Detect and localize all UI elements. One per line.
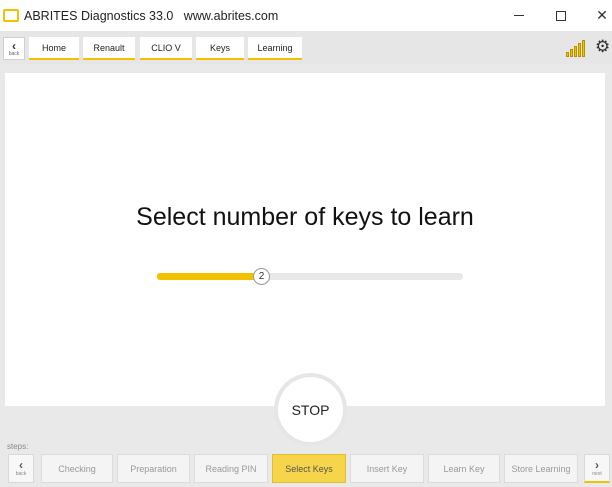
breadcrumb-bar: ‹ back Home Renault CLIO V Keys Learning bbox=[0, 31, 612, 64]
breadcrumb-keys[interactable]: Keys bbox=[196, 37, 244, 60]
minimize-icon bbox=[514, 15, 524, 16]
main-panel: Select number of keys to learn 2 bbox=[5, 73, 605, 406]
app-name: ABRITES Diagnostics 33.0 bbox=[24, 8, 174, 23]
nav-back-label: back bbox=[8, 50, 20, 57]
breadcrumb-learning[interactable]: Learning bbox=[248, 37, 302, 60]
step-learn-key[interactable]: Learn Key bbox=[428, 454, 500, 483]
breadcrumb-clio-v[interactable]: CLIO V bbox=[140, 37, 192, 60]
minimize-button[interactable] bbox=[497, 0, 541, 31]
steps-label: steps: bbox=[7, 442, 29, 451]
close-button[interactable]: ✕ bbox=[580, 0, 612, 31]
step-preparation[interactable]: Preparation bbox=[117, 454, 190, 483]
step-store-learning[interactable]: Store Learning bbox=[504, 454, 578, 483]
step-reading-pin[interactable]: Reading PIN bbox=[194, 454, 268, 483]
window-title: ABRITES Diagnostics 33.0 www.abrites.com bbox=[24, 9, 278, 23]
steps-back-button[interactable]: ‹ back bbox=[8, 454, 34, 483]
key-count-slider-handle[interactable]: 2 bbox=[253, 268, 270, 285]
close-icon: ✕ bbox=[596, 7, 608, 23]
page-title: Select number of keys to learn bbox=[136, 203, 474, 231]
breadcrumb-renault[interactable]: Renault bbox=[83, 37, 135, 60]
key-count-slider-fill bbox=[157, 273, 261, 280]
title-bar: ABRITES Diagnostics 33.0 www.abrites.com… bbox=[0, 0, 612, 31]
nav-back-button[interactable]: ‹ back bbox=[3, 37, 25, 60]
maximize-icon bbox=[556, 10, 566, 21]
stop-button[interactable]: STOP bbox=[278, 377, 343, 442]
steps-next-label: next bbox=[592, 470, 602, 477]
signal-bars-icon bbox=[566, 37, 590, 57]
abrites-logo-icon bbox=[3, 9, 19, 22]
step-checking[interactable]: Checking bbox=[41, 454, 113, 483]
app-window: ABRITES Diagnostics 33.0 www.abrites.com… bbox=[0, 0, 612, 487]
breadcrumb-home[interactable]: Home bbox=[29, 37, 79, 60]
chevron-left-icon: ‹ bbox=[19, 458, 23, 472]
app-url: www.abrites.com bbox=[183, 8, 279, 23]
chevron-left-icon: ‹ bbox=[12, 38, 16, 53]
step-select-keys[interactable]: Select Keys bbox=[272, 454, 346, 483]
step-insert-key[interactable]: Insert Key bbox=[350, 454, 424, 483]
key-count-slider-track[interactable] bbox=[157, 273, 463, 280]
steps-back-label: back bbox=[15, 471, 27, 477]
maximize-button[interactable] bbox=[539, 0, 583, 31]
steps-next-button[interactable]: › next bbox=[584, 454, 610, 483]
chevron-right-icon: › bbox=[595, 457, 599, 472]
gear-icon[interactable]: ⚙ bbox=[595, 36, 612, 58]
